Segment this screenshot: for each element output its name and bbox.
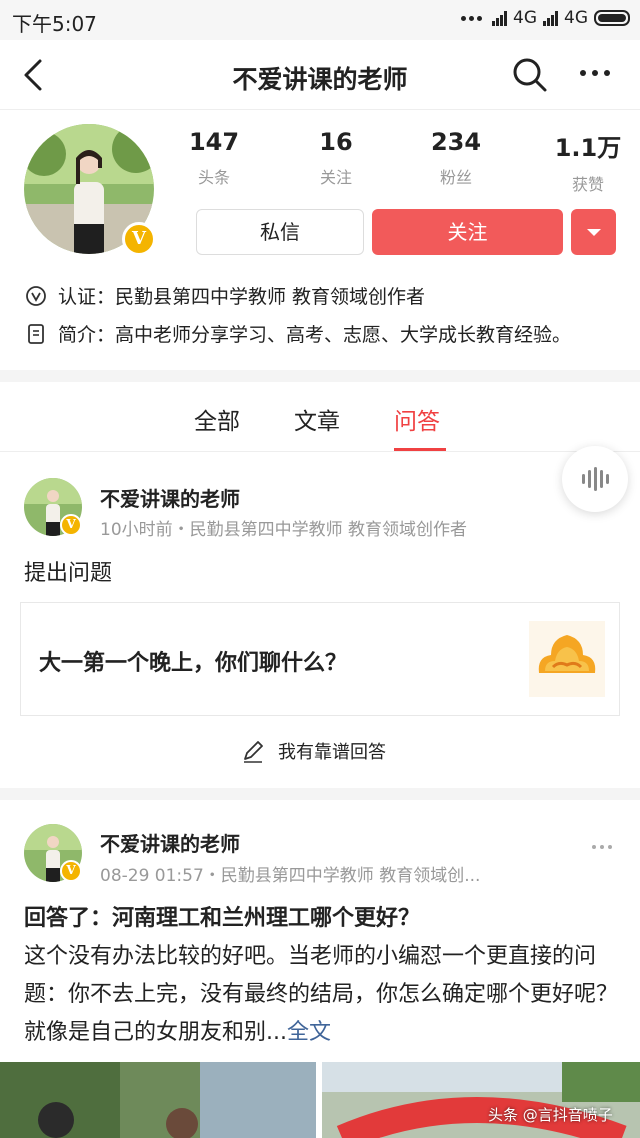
more-icon[interactable]	[580, 70, 610, 76]
tab-qa[interactable]: 问答	[394, 402, 440, 436]
network-type-1: 4G	[513, 8, 537, 28]
certification-icon	[24, 284, 48, 308]
intro-row: 简介：高中老师分享学习、高考、志愿、大学成长教育经验。	[24, 320, 571, 347]
status-icons: 4G 4G	[461, 8, 630, 28]
intro-text: 简介：高中老师分享学习、高考、志愿、大学成长教育经验。	[58, 324, 572, 346]
document-icon	[24, 322, 48, 346]
certification-row: 认证：民勤县第四中学教师 教育领域创作者	[24, 282, 425, 309]
active-tab-indicator	[394, 448, 446, 451]
question-thumbnail	[529, 621, 605, 697]
status-time: 下午5:07	[12, 12, 97, 36]
post-type-label: 提出问题	[24, 561, 113, 586]
tab-all[interactable]: 全部	[194, 402, 240, 436]
section-divider	[0, 370, 640, 382]
post-meta: 10小时前・民勤县第四中学教师 教育领域创作者	[100, 520, 468, 540]
stat-followers[interactable]: 234 粉丝	[406, 128, 506, 188]
notification-dots-icon	[461, 15, 482, 21]
full-text-link[interactable]: 全文	[287, 1020, 331, 1045]
author-name[interactable]: 不爱讲课的老师	[100, 483, 240, 512]
verified-badge-icon: V	[60, 860, 82, 882]
network-type-2: 4G	[564, 8, 588, 28]
tab-articles[interactable]: 文章	[294, 402, 340, 436]
voice-icon[interactable]	[562, 446, 628, 512]
answer-button-label: 我有靠谱回答	[278, 742, 386, 763]
stat-likes[interactable]: 1.1万 获赞	[538, 128, 638, 195]
message-button[interactable]: 私信	[196, 209, 364, 255]
question-title: 大一第一个晚上，你们聊什么？	[39, 651, 348, 676]
pencil-icon	[244, 741, 263, 763]
section-divider	[0, 788, 640, 800]
stat-following[interactable]: 16 关注	[286, 128, 386, 188]
signal-icon	[492, 10, 507, 26]
follow-button[interactable]: 关注	[372, 209, 563, 255]
post-meta: 08-29 01:57・民勤县第四中学教师 教育领域创...	[100, 866, 481, 886]
battery-icon	[594, 10, 630, 26]
question-card[interactable]: 大一第一个晚上，你们聊什么？	[20, 602, 620, 716]
certification-text: 认证：民勤县第四中学教师 教育领域创作者	[58, 286, 426, 308]
answer-title[interactable]: 回答了：河南理工和兰州理工哪个更好？	[24, 900, 420, 932]
more-options-icon[interactable]	[592, 845, 612, 849]
author-name[interactable]: 不爱讲课的老师	[100, 828, 240, 857]
post-image[interactable]	[322, 1062, 640, 1138]
verified-badge-icon: V	[60, 514, 82, 536]
status-bar: 下午5:07 4G 4G	[0, 0, 640, 40]
post-image[interactable]	[0, 1062, 316, 1138]
nav-bar: 不爱讲课的老师	[0, 40, 640, 110]
content-tabs: 全部 文章 问答	[0, 382, 640, 452]
answer-body[interactable]: 这个没有办法比较的好吧。当老师的小编怼一个更直接的问题：你不去上完，没有最终的结…	[24, 938, 620, 1052]
signal-icon-2	[543, 10, 558, 26]
follow-dropdown-button[interactable]	[571, 209, 616, 255]
answer-button[interactable]: 我有靠谱回答	[240, 738, 386, 764]
stat-posts[interactable]: 147 头条	[164, 128, 264, 188]
verified-badge-icon: V	[122, 222, 156, 256]
search-icon[interactable]	[512, 57, 548, 93]
watermark: 头条 @言抖音喷子	[488, 1106, 613, 1124]
